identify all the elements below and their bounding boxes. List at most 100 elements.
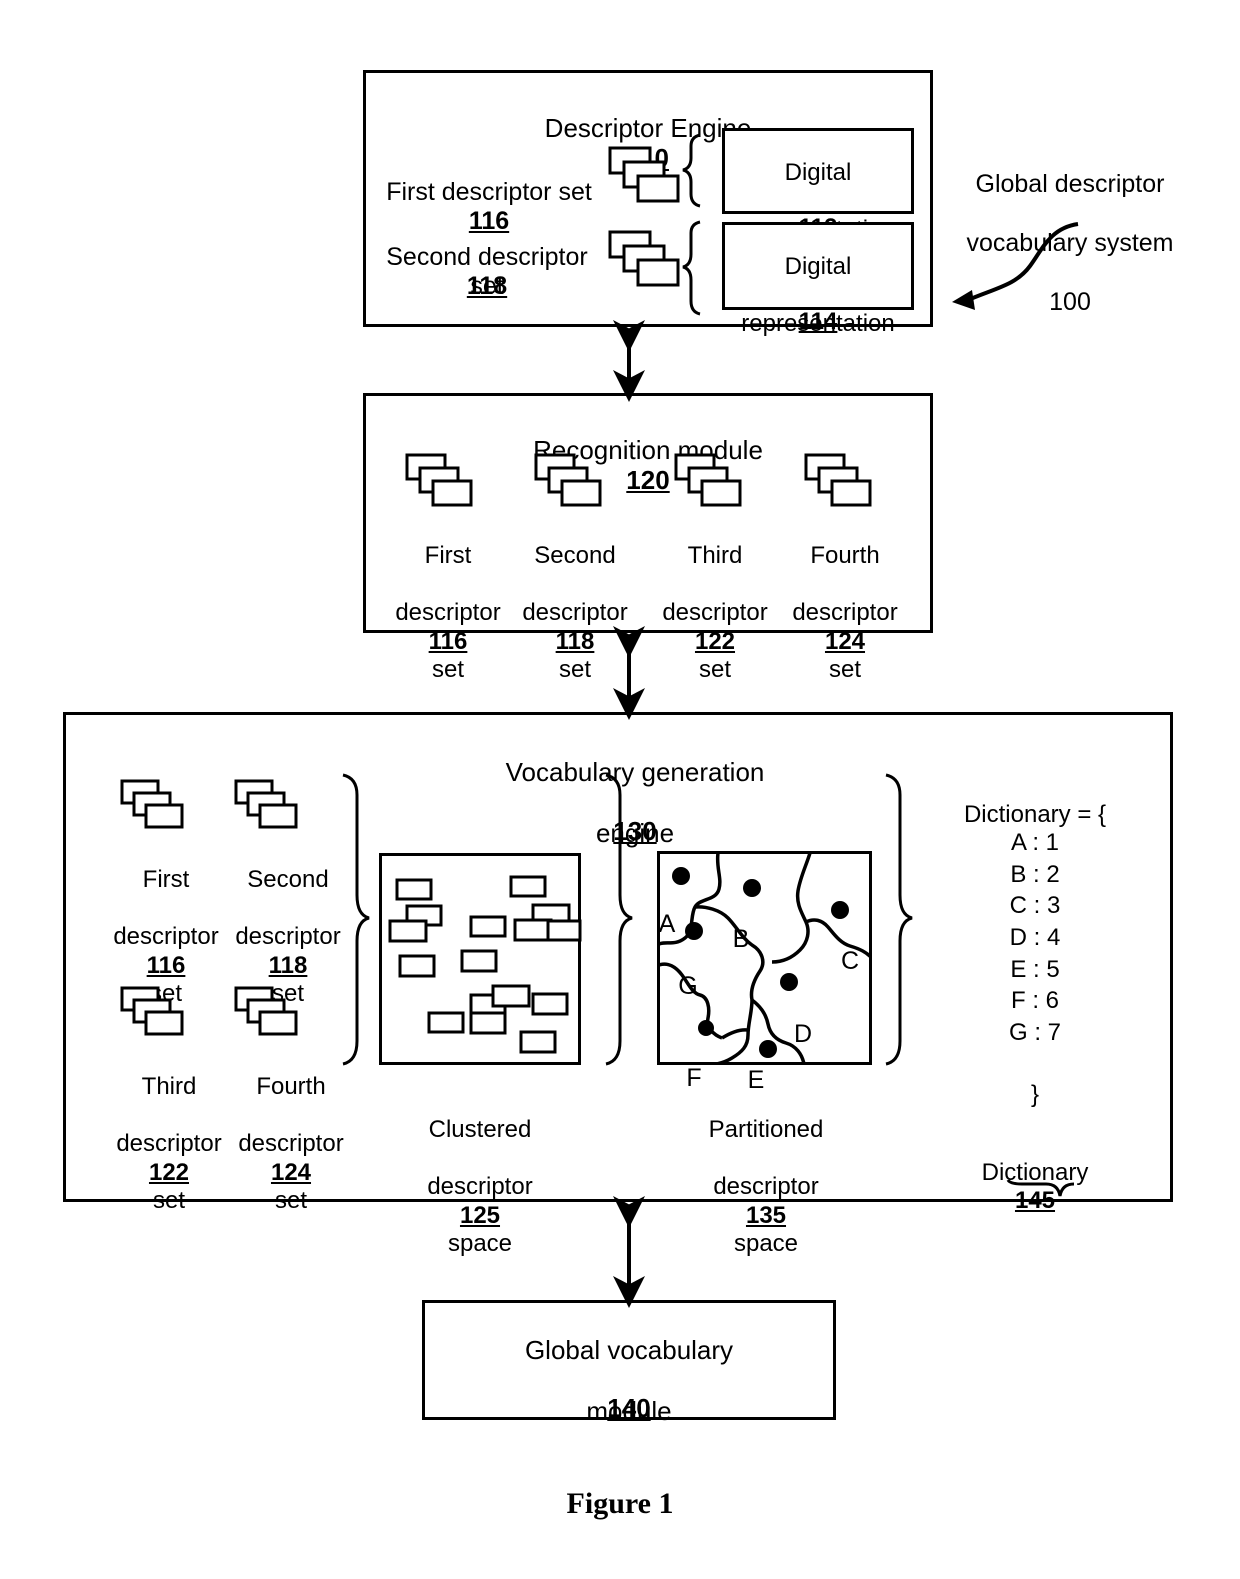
- vge-set-1-line1: First: [142, 866, 190, 894]
- clustered-descriptor-space-label: Clustered descriptor space: [379, 1088, 581, 1258]
- region-d-text: D: [793, 1019, 813, 1048]
- vge-set-2-line1: Second: [247, 866, 329, 894]
- region-label-b: B: [729, 895, 753, 954]
- rm-set-4-label: Fourth descriptor set: [789, 514, 901, 684]
- rm-set-3-number: 122: [659, 600, 771, 657]
- vge-set-4-number: 124: [235, 1131, 347, 1188]
- dictionary-entry-c: C : 3: [1009, 892, 1061, 920]
- region-label-f: F: [682, 1034, 706, 1093]
- region-label-d: D: [791, 990, 815, 1049]
- dictionary-entry-e: E : 5: [1010, 955, 1060, 983]
- digital-rep-114-line1: Digital: [784, 253, 852, 281]
- rm-set-4-line1: Fourth: [810, 542, 880, 570]
- dictionary-entry-a: A : 1: [1010, 829, 1060, 856]
- vge-set-1-number: 116: [110, 924, 222, 981]
- dictionary-header-text: Dictionary = {: [963, 801, 1107, 829]
- gvm-line1: Global vocabulary: [524, 1334, 734, 1365]
- rm-set-2-label: Second descriptor set: [519, 514, 631, 684]
- dictionary-header: Dictionary = {: [930, 773, 1140, 830]
- figure-caption: Figure 1: [0, 1487, 1240, 1521]
- partitioned-space-line1: Partitioned: [708, 1116, 824, 1144]
- vge-set-3-line1: Third: [141, 1073, 197, 1101]
- rm-set-1-line3: set: [431, 655, 464, 683]
- digital-rep-114-number-text: 114: [798, 308, 838, 336]
- dictionary-entry: A : 1: [930, 827, 1140, 859]
- dictionary-closer: }: [930, 1053, 1140, 1110]
- dictionary-entries: A : 1 B : 2 C : 3 D : 4 E : 5 F : 6 G : …: [930, 827, 1140, 1049]
- rm-set-2-line3: set: [558, 655, 591, 683]
- system-callout-number: 100: [1049, 287, 1091, 316]
- clustered-space-line3: space: [447, 1229, 513, 1257]
- clustered-descriptor-space-box: [379, 853, 581, 1065]
- dictionary-entry-b: B : 2: [1010, 860, 1060, 888]
- vge-number-text: 130: [613, 815, 657, 846]
- rm-set-3-number-text: 122: [694, 628, 736, 656]
- dictionary-entry-g: G : 7: [1008, 1019, 1062, 1047]
- dictionary-closer-text: }: [1030, 1081, 1039, 1109]
- region-c-text: C: [840, 946, 860, 975]
- vge-set-1-line3: set: [149, 979, 182, 1007]
- vge-set-3-line3: set: [152, 1186, 185, 1214]
- vge-set-2-number: 118: [232, 924, 344, 981]
- rm-set-4-number-text: 124: [824, 628, 866, 656]
- dictionary-entry-f: F : 6: [1010, 987, 1059, 1015]
- region-label-c: C: [838, 917, 862, 976]
- rm-set-1-label: First descriptor set: [392, 514, 504, 684]
- vge-number: 130: [470, 785, 800, 846]
- second-descriptor-set-number: 118: [367, 242, 607, 301]
- vge-set-1-label: First descriptor set: [110, 838, 222, 1008]
- rm-set-3-line1: Third: [687, 542, 743, 570]
- clustered-space-number-text: 125: [459, 1202, 501, 1230]
- vge-set-2-number-text: 118: [268, 952, 308, 980]
- rm-set-2-number-text: 118: [555, 628, 595, 656]
- vge-set-3-number: 122: [113, 1131, 225, 1188]
- clustered-space-line1: Clustered: [428, 1116, 532, 1144]
- rm-set-1-number-text: 116: [428, 628, 468, 656]
- global-descriptor-vocabulary-system-label: Global descriptor vocabulary system 100: [950, 140, 1190, 317]
- region-f-text: F: [686, 1063, 702, 1092]
- region-label-e: E: [744, 1036, 768, 1095]
- rm-set-3-label: Third descriptor set: [659, 514, 771, 684]
- dictionary-entry: E : 5: [930, 954, 1140, 986]
- rm-set-2-line1: Second: [534, 542, 616, 570]
- figure-caption-text: Figure 1: [566, 1487, 674, 1520]
- recognition-module-number-text: 120: [626, 464, 670, 495]
- region-a-text: A: [658, 909, 676, 938]
- dictionary-entry: G : 7: [930, 1017, 1140, 1049]
- rm-set-1-line1: First: [424, 542, 472, 570]
- descriptor-engine-number-text: 110: [627, 142, 669, 173]
- rm-set-4-line3: set: [828, 655, 861, 683]
- dictionary-entry: F : 6: [930, 985, 1140, 1017]
- region-label-g: G: [676, 942, 700, 1001]
- partitioned-space-number-text: 135: [745, 1202, 787, 1230]
- dictionary-number-text: 145: [1014, 1187, 1056, 1215]
- rm-set-2-number: 118: [519, 600, 631, 657]
- region-label-a: A: [655, 880, 679, 939]
- global-vocabulary-module-number: 140: [422, 1362, 836, 1423]
- rm-set-1-number: 116: [392, 600, 504, 657]
- system-callout-line2: vocabulary system: [966, 228, 1174, 257]
- vge-title-line1: Vocabulary generation: [505, 756, 765, 787]
- vge-set-2-label: Second descriptor set: [232, 838, 344, 1008]
- recognition-module-number: 120: [363, 434, 933, 495]
- vge-set-4-line1: Fourth: [256, 1073, 326, 1101]
- region-b-text: B: [732, 924, 750, 953]
- clustered-descriptor-space-number: 125: [379, 1174, 581, 1231]
- rm-set-4-number: 124: [789, 600, 901, 657]
- vge-set-3-label: Third descriptor set: [113, 1045, 225, 1215]
- partitioned-descriptor-space-number: 135: [660, 1174, 872, 1231]
- dictionary-entry-d: D : 4: [1009, 924, 1061, 952]
- partitioned-space-line3: space: [733, 1229, 799, 1257]
- patent-figure-canvas: Descriptor Engine 110 First descriptor s…: [0, 0, 1240, 1579]
- digital-rep-112-line1: Digital: [784, 159, 852, 187]
- dictionary-entry: D : 4: [930, 922, 1140, 954]
- dictionary-entry: B : 2: [930, 859, 1140, 891]
- digital-representation-114-number: 114: [722, 280, 914, 337]
- second-descriptor-set-number-text: 118: [466, 271, 508, 300]
- vge-set-4-label: Fourth descriptor set: [235, 1045, 347, 1215]
- region-g-text: G: [678, 971, 698, 1000]
- vge-set-4-line3: set: [274, 1186, 307, 1214]
- vge-set-2-line3: set: [271, 979, 304, 1007]
- vge-set-1-number-text: 116: [146, 952, 186, 980]
- system-callout-line1: Global descriptor: [975, 169, 1165, 198]
